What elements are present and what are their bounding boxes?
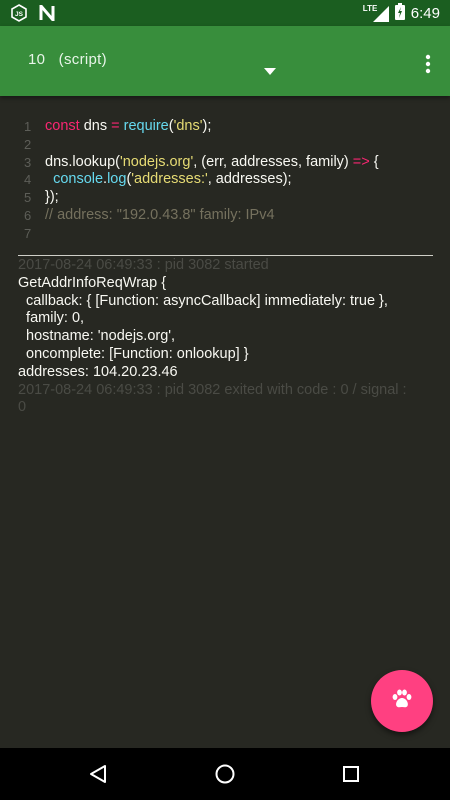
recents-icon[interactable] (339, 762, 363, 786)
n-notification-icon (38, 4, 56, 22)
line-number: 3 (24, 154, 32, 170)
code-line[interactable]: 3 dns.lookup('nodejs.org', (err, addresse… (0, 154, 450, 172)
more-vert-icon[interactable] (424, 54, 432, 74)
code-line[interactable]: 2 (0, 136, 450, 154)
code-token: dns.lookup( (45, 153, 120, 170)
code-line[interactable]: 5}); (0, 189, 450, 207)
console-output-line: callback: { [Function: asyncCallback] im… (18, 292, 388, 309)
status-bar: JS LTE 6:49 (0, 0, 450, 26)
code-token: log (107, 171, 127, 188)
console-output-line: oncomplete: [Function: onlookup] } (18, 345, 249, 362)
code-token: dns (79, 118, 112, 134)
code-text: dns.lookup('nodejs.org', (err, addresses… (45, 154, 379, 172)
code-token: ); (202, 118, 212, 134)
code-token: = (111, 118, 120, 134)
code-line[interactable]: 7 (0, 225, 450, 243)
code-text: console.log('addresses:', addresses); (45, 171, 292, 189)
editor-console-divider (18, 255, 433, 256)
code-text: }); (45, 189, 59, 207)
navigation-bar (0, 748, 450, 800)
battery-icon (394, 3, 405, 24)
line-number: 1 (24, 119, 32, 134)
paw-icon (391, 688, 413, 714)
code-token: const (45, 118, 80, 134)
code-token: }); (45, 189, 59, 206)
code-editor[interactable]: 1 const dns = require('dns'); 2 3 dns.lookup… (0, 118, 450, 243)
line-number: 5 (24, 190, 32, 206)
code-token: require (123, 118, 169, 134)
line-number: 6 (24, 207, 32, 223)
console-output-line: addresses: 104.20.23.46 (18, 363, 178, 380)
app-bar: 10 (script) (0, 26, 450, 96)
home-icon[interactable] (213, 762, 237, 786)
code-token: , addresses); (207, 171, 292, 188)
line-number: 4 (24, 172, 32, 188)
code-token: 'addresses:' (131, 171, 208, 188)
svg-text:JS: JS (15, 11, 24, 18)
run-fab-button[interactable] (371, 670, 433, 732)
code-token: => (352, 153, 370, 170)
console-meta-line: 0 (18, 399, 27, 416)
code-line[interactable]: 1 const dns = require('dns'); (0, 118, 450, 136)
code-token: // address: "192.0.43.8" family: IPv4 (45, 206, 275, 223)
console-output-line: family: 0, (18, 310, 85, 327)
console-output-line: hostname: 'nodejs.org', (18, 328, 176, 345)
line-number: 2 (24, 136, 32, 152)
code-token: { (369, 153, 379, 170)
code-token: console (53, 171, 104, 188)
code-token: 'dns' (173, 118, 203, 134)
console-output: 2017-08-24 06:49:33 : pid 3082 started Ge… (18, 257, 433, 417)
dropdown-triangle-icon[interactable] (264, 60, 276, 79)
console-meta-line: 2017-08-24 06:49:33 : pid 3082 started (18, 257, 269, 273)
code-text: // address: "192.0.43.8" family: IPv4 (45, 207, 275, 225)
code-text: const dns = require('dns'); (45, 118, 211, 136)
back-icon[interactable] (86, 762, 110, 786)
line-number: 7 (24, 225, 32, 241)
code-token: , (err, addresses, family) (193, 153, 353, 170)
signal-icon: LTE (363, 4, 389, 23)
code-token: 'nodejs.org' (119, 153, 194, 170)
code-line[interactable]: 4 console.log('addresses:', addresses); (0, 171, 450, 189)
script-title[interactable]: 10 (script) (28, 51, 107, 68)
nodejs-icon: JS (10, 4, 28, 22)
code-line[interactable]: 6 // address: "192.0.43.8" family: IPv4 (0, 207, 450, 225)
console-output-line: GetAddrInfoReqWrap { (18, 274, 167, 291)
clock: 6:49 (410, 5, 440, 22)
console-meta-line: 2017-08-24 06:49:33 : pid 3082 exited wi… (18, 381, 407, 398)
